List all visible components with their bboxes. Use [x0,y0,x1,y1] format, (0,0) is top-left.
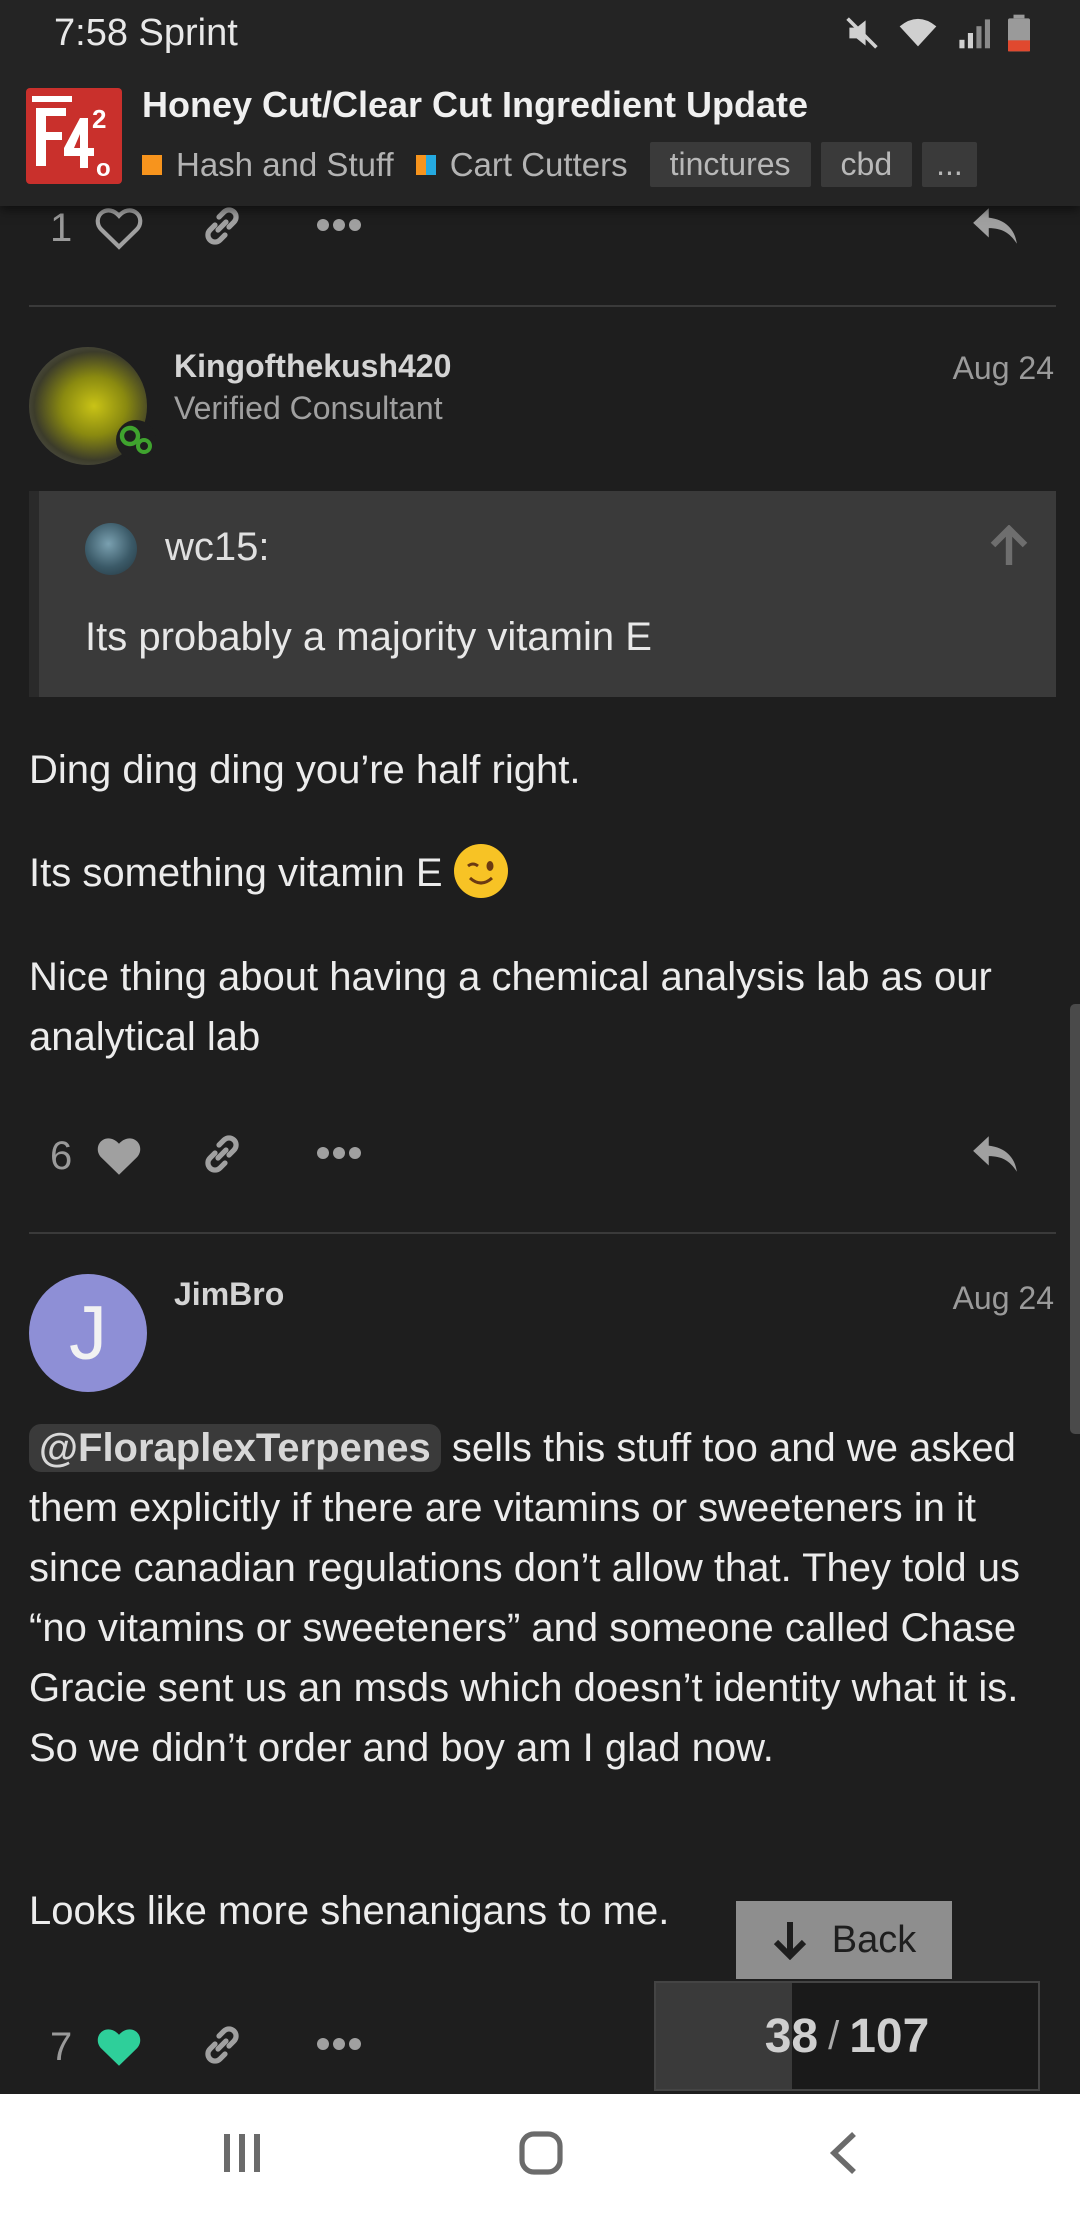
topic-categories: Hash and Stuff Cart Cutters tinctures cb… [142,142,987,187]
quote-block: wc15: Its probably a majority vitamin E [29,491,1056,697]
post-divider [29,305,1056,307]
like-count: 6 [50,1134,73,1178]
reply-icon[interactable] [970,1132,1020,1176]
home-icon[interactable] [518,2128,564,2178]
tag-cbd[interactable]: cbd [820,142,913,187]
more-options-icon[interactable] [316,218,362,232]
tags-more[interactable]: ... [922,142,977,187]
svg-text:o: o [96,155,111,182]
category-cart-cutters[interactable]: Cart Cutters [415,145,628,184]
link-icon[interactable] [198,202,246,250]
mute-icon [846,17,878,49]
arrow-down-icon [773,1922,806,1960]
user-title: Verified Consultant [174,390,443,426]
header: 7:58 Sprint 2 o Honey Cut/Clear Cut Ingr… [0,0,1080,206]
system-nav-bar [0,2094,1080,2220]
username[interactable]: JimBro [174,1276,284,1313]
tag-tinctures[interactable]: tinctures [649,142,811,187]
quote-author: wc15: [165,525,270,569]
post-paragraph: @FloraplexTerpenes sells this stuff too … [29,1418,1059,1778]
post-date[interactable]: Aug 24 [953,350,1054,387]
link-icon[interactable] [198,1130,246,1178]
more-options-icon[interactable] [316,1146,362,1160]
post-paragraph: Ding ding ding you’re half right. [29,748,581,792]
back-label: Back [831,1918,917,1961]
avatar-letter: J [69,1290,107,1376]
post-paragraph-text: Its something vitamin E [29,851,443,895]
post-paragraph: Nice thing about having a chemical analy… [29,955,992,1059]
progress-total: 107 [849,2009,930,2063]
flair-icon [116,420,156,460]
back-button[interactable]: Back [736,1901,952,1979]
progress-separator: / [828,2013,840,2058]
topic-stream: 1 Kingofthekush420 Verified Consultant A… [0,0,1080,2094]
svg-text:2: 2 [92,104,106,134]
progress-text: 38 / 107 [656,1983,1038,2089]
signal-icon [959,19,990,49]
wink-emoji-icon [453,844,508,898]
category-hash-and-stuff[interactable]: Hash and Stuff [142,146,394,184]
quote-avatar [85,523,137,575]
like-count: 1 [50,206,73,250]
post-date[interactable]: Aug 24 [953,1280,1054,1317]
recent-apps-icon[interactable] [220,2128,264,2178]
back-nav-icon[interactable] [826,2128,862,2178]
clock: 7:58 [54,12,128,54]
post-paragraph-text: sells this stuff too and we asked them e… [29,1426,1020,1770]
category-label: Hash and Stuff [176,145,394,183]
heart-icon[interactable] [94,1132,144,1178]
category-label: Cart Cutters [449,145,628,183]
progress-current: 38 [764,2009,819,2063]
site-logo[interactable]: 2 o [26,88,122,184]
link-icon[interactable] [198,2021,246,2069]
user-mention[interactable]: @FloraplexTerpenes [29,1424,441,1472]
scrollbar[interactable] [1070,1004,1080,1434]
topic-progress[interactable]: 38 / 107 [654,1981,1040,2091]
wifi-icon [899,18,937,47]
carrier: Sprint [138,12,238,54]
post-divider [29,1232,1056,1234]
post-paragraph: Its something vitamin E [29,843,1059,903]
arrow-up-icon[interactable] [989,525,1029,567]
quote-text: Its probably a majority vitamin E [85,615,652,659]
category-color-swatch [415,154,436,175]
topic-title[interactable]: Honey Cut/Clear Cut Ingredient Update [142,84,808,126]
post-actions-king: 6 [0,1120,1080,1200]
avatar-jimbro[interactable]: J [29,1274,147,1392]
more-options-icon[interactable] [316,2037,362,2051]
category-color-swatch [142,154,162,175]
battery-icon [1008,14,1030,52]
heart-outline-icon[interactable] [94,204,144,250]
like-count: 7 [50,2025,73,2069]
status-time: 7:58 Sprint [54,12,238,55]
status-icons [844,14,1030,52]
reply-icon[interactable] [970,204,1020,248]
username[interactable]: Kingofthekush420 [174,348,451,385]
heart-liked-icon[interactable] [94,2023,144,2069]
